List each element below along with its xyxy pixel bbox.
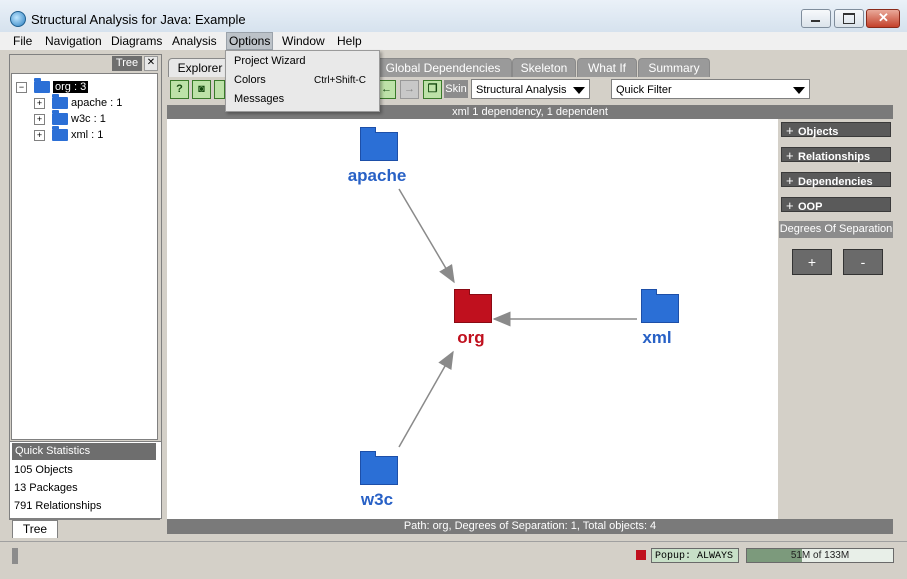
folder-tab: [454, 289, 470, 295]
degrees-decrease-button[interactable]: -: [843, 249, 883, 275]
memory-gauge-label: 51M of 133M: [790, 550, 850, 561]
section-dependencies[interactable]: + Dependencies: [781, 172, 891, 188]
skin-label: Skin: [444, 80, 468, 98]
section-objects-label: Objects: [798, 126, 839, 138]
tab-skeleton[interactable]: Skeleton: [512, 58, 576, 77]
section-objects[interactable]: + Objects: [781, 122, 891, 138]
stat-relationships: 791 Relationships: [14, 500, 102, 512]
degrees-of-separation-label: Degrees Of Separation: [779, 221, 893, 238]
alert-indicator-icon: [636, 550, 646, 560]
popup-mode[interactable]: Popup: ALWAYS: [651, 548, 739, 563]
tab-global-dependencies[interactable]: Global Dependencies: [374, 58, 512, 77]
tree-item-label: xml : 1: [71, 129, 104, 141]
tree-item-label: w3c : 1: [71, 113, 106, 125]
tree-header: Tree: [112, 56, 142, 71]
menu-navigation[interactable]: Navigation: [43, 33, 104, 49]
menu-item-project-wizard[interactable]: Project Wizard: [234, 55, 306, 67]
section-relationships-label: Relationships: [798, 151, 871, 163]
node-apache-folder-icon[interactable]: [360, 132, 398, 161]
tab-explorer[interactable]: Explorer: [168, 58, 232, 77]
folder-icon: [34, 78, 50, 94]
node-xml-label[interactable]: xml: [607, 328, 707, 348]
snapshot-button[interactable]: ◙: [192, 80, 211, 99]
camera-icon: ◙: [198, 83, 205, 95]
node-w3c-label[interactable]: w3c: [327, 490, 427, 510]
menu-file[interactable]: File: [11, 33, 34, 49]
tree-root[interactable]: − org : 3: [16, 78, 89, 95]
close-icon: ✕: [878, 10, 889, 25]
tree-item-label: apache : 1: [71, 97, 123, 109]
chevron-down-icon: [793, 87, 805, 94]
expand-icon[interactable]: +: [34, 129, 45, 141]
quick-filter-value: Quick Filter: [616, 84, 672, 96]
tree-root-label: org : 3: [53, 81, 89, 93]
folder-icon: [52, 110, 68, 126]
path-status: Path: org, Degrees of Separation: 1, Tot…: [167, 519, 893, 534]
export-button[interactable]: [214, 80, 225, 99]
tab-tree[interactable]: Tree: [12, 520, 58, 538]
section-relationships[interactable]: + Relationships: [781, 147, 891, 163]
forward-button[interactable]: →: [400, 80, 419, 99]
minimize-button[interactable]: [801, 9, 831, 28]
memory-gauge[interactable]: 51M of 133M: [746, 548, 894, 563]
arrow-left-icon: ←: [381, 83, 392, 95]
colors-shortcut: Ctrl+Shift-C: [314, 75, 366, 86]
maximize-icon: [843, 13, 855, 24]
minimize-icon: [811, 20, 820, 22]
menu-diagrams[interactable]: Diagrams: [109, 33, 164, 49]
close-button[interactable]: ✕: [866, 9, 900, 28]
section-oop-label: OOP: [798, 201, 823, 213]
tree-item-w3c[interactable]: + w3c : 1: [34, 110, 106, 127]
window-title: Structural Analysis for Java: Example: [31, 12, 246, 27]
quick-stats-title: Quick Statistics: [12, 443, 156, 460]
stat-objects: 105 Objects: [14, 464, 73, 476]
expand-icon[interactable]: +: [34, 97, 45, 109]
tab-summary[interactable]: Summary: [638, 58, 710, 77]
menu-options[interactable]: Options: [226, 32, 274, 50]
degrees-increase-button[interactable]: +: [792, 249, 832, 275]
menu-window[interactable]: Window: [280, 33, 327, 49]
menu-analysis[interactable]: Analysis: [170, 33, 219, 49]
plus-icon: +: [786, 198, 794, 213]
tree-item-apache[interactable]: + apache : 1: [34, 94, 123, 111]
edge-apache-org: [398, 188, 455, 284]
app-icon: [10, 11, 26, 27]
section-dependencies-label: Dependencies: [798, 176, 873, 188]
folder-tab: [641, 289, 657, 295]
quick-filter-select[interactable]: Quick Filter: [611, 79, 810, 99]
folder-tab: [360, 127, 376, 133]
node-xml-folder-icon[interactable]: [641, 294, 679, 323]
tree-item-xml[interactable]: + xml : 1: [34, 126, 104, 143]
menu-item-messages[interactable]: Messages: [234, 93, 284, 105]
chevron-down-icon: [573, 87, 585, 94]
menu-item-colors[interactable]: Colors: [234, 74, 266, 86]
edge-w3c-org: [398, 350, 454, 448]
arrow-right-icon: →: [404, 83, 415, 95]
expand-icon[interactable]: +: [34, 113, 45, 125]
folder-icon: [52, 126, 68, 142]
node-org-label[interactable]: org: [421, 328, 521, 348]
node-w3c-folder-icon[interactable]: [360, 456, 398, 485]
tab-what-if[interactable]: What If: [577, 58, 637, 77]
stat-packages: 13 Packages: [14, 482, 78, 494]
section-oop[interactable]: + OOP: [781, 197, 891, 213]
tree-close-button[interactable]: ✕: [144, 56, 158, 71]
plus-icon: +: [786, 148, 794, 163]
copy-button[interactable]: ❐: [423, 80, 442, 99]
help-button[interactable]: ?: [170, 80, 189, 99]
plus-icon: +: [786, 123, 794, 138]
skin-select[interactable]: Structural Analysis: [471, 79, 590, 99]
collapse-icon[interactable]: −: [16, 81, 27, 93]
folder-icon: [52, 94, 68, 110]
folder-tab: [360, 451, 376, 457]
status-grip: [12, 548, 18, 564]
copy-icon: ❐: [427, 83, 438, 95]
node-apache-label[interactable]: apache: [327, 166, 427, 186]
maximize-button[interactable]: [834, 9, 864, 28]
skin-select-value: Structural Analysis: [476, 84, 567, 96]
node-org-folder-icon[interactable]: [454, 294, 492, 323]
menu-help[interactable]: Help: [335, 33, 364, 49]
plus-icon: +: [786, 173, 794, 188]
